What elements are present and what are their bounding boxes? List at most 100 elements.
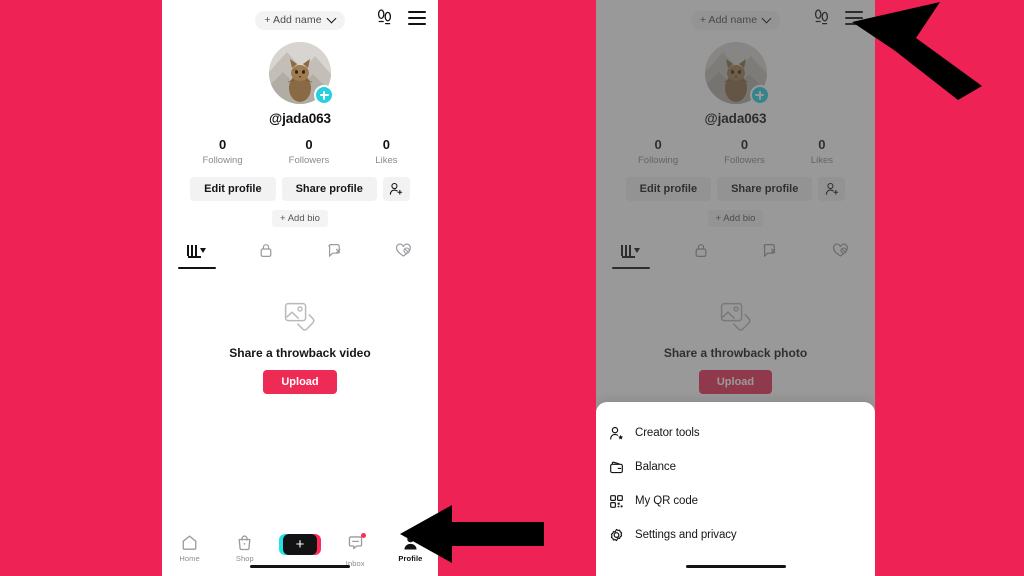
nav-label: Home — [179, 554, 200, 563]
stat-likes[interactable]: 0 Likes — [810, 137, 833, 166]
plus-button-icon[interactable]: + — [279, 534, 321, 555]
top-bar-actions — [377, 9, 426, 26]
stat-following[interactable]: 0 Following — [638, 137, 679, 166]
stat-value: 0 — [740, 137, 749, 152]
repost-icon — [327, 244, 340, 258]
person-add-icon — [390, 182, 403, 195]
nav-item-home[interactable]: Home — [162, 534, 217, 563]
hamburger-menu-icon[interactable] — [408, 10, 426, 25]
lock-icon — [695, 244, 707, 258]
grid-icon — [621, 245, 641, 258]
home-indicator — [250, 564, 350, 568]
gear-icon — [610, 528, 623, 541]
plus-badge-icon[interactable] — [314, 85, 334, 105]
upload-button[interactable]: Upload — [698, 369, 773, 394]
stat-value: 0 — [818, 137, 826, 152]
footprints-icon[interactable] — [377, 9, 392, 26]
add-bio-button[interactable]: + Add bio — [272, 209, 328, 227]
share-profile-button[interactable]: Share profile — [281, 176, 377, 201]
profile-stats: 0 Following 0 Followers 0 Likes — [596, 137, 875, 166]
add-name-label: + Add name — [264, 13, 322, 26]
stat-label: Followers — [288, 154, 330, 166]
avatar[interactable] — [269, 42, 334, 105]
stat-label: Likes — [375, 154, 398, 166]
stat-value: 0 — [305, 137, 313, 152]
empty-state: Share a throwback video Upload — [162, 264, 438, 528]
sheet-item-label: My QR code — [635, 495, 698, 507]
profile-stats: 0 Following 0 Followers 0 Likes — [162, 137, 438, 166]
tab-private[interactable] — [666, 238, 736, 264]
avatar[interactable] — [704, 42, 770, 105]
profile-actions: Edit profile Share profile — [596, 176, 875, 201]
inbox-badge-dot — [360, 533, 366, 538]
more-options-sheet: Creator tools Balance My QR code Setting… — [596, 402, 875, 576]
stat-followers[interactable]: 0 Followers — [724, 137, 765, 166]
add-name-button[interactable]: + Add name — [255, 10, 345, 30]
sheet-item-my-qr-code[interactable]: My QR code — [596, 484, 875, 518]
sheet-item-label: Creator tools — [635, 427, 700, 439]
photo-stack-icon — [284, 302, 315, 331]
stat-value: 0 — [218, 137, 227, 152]
tab-videos[interactable] — [596, 238, 666, 269]
edit-profile-button[interactable]: Edit profile — [625, 176, 712, 201]
add-friends-button[interactable] — [818, 176, 846, 201]
chevron-down-icon — [762, 15, 771, 24]
add-bio-button[interactable]: + Add bio — [707, 209, 764, 227]
profile-tabs — [596, 238, 875, 269]
add-name-label: + Add name — [699, 13, 758, 26]
tab-liked[interactable] — [805, 238, 875, 264]
active-tab-underline — [177, 266, 216, 269]
qr-code-icon — [610, 494, 623, 508]
stat-label: Followers — [724, 154, 765, 166]
stat-label: Following — [638, 154, 679, 166]
phone-panel-left: + Add name @jada063 0 Following 0 Follow… — [162, 0, 438, 576]
tab-liked[interactable] — [369, 238, 438, 264]
shop-bag-icon — [238, 535, 251, 551]
add-name-button[interactable]: + Add name — [690, 10, 781, 30]
top-bar: + Add name — [162, 0, 438, 36]
top-bar: + Add name — [596, 0, 875, 36]
empty-state-title: Share a throwback photo — [663, 345, 808, 360]
empty-state-title: Share a throwback video — [229, 345, 371, 360]
share-profile-button[interactable]: Share profile — [717, 176, 813, 201]
profile-tabs — [162, 238, 438, 269]
screenshot-stage: + Add name @jada063 0 Following 0 Follow… — [0, 0, 1024, 576]
tab-reposts[interactable] — [300, 238, 369, 264]
sheet-item-label: Balance — [635, 461, 676, 473]
stat-following[interactable]: 0 Following — [202, 137, 243, 166]
nav-item-inbox[interactable]: Inbox — [328, 533, 383, 568]
profile-handle: @jada063 — [269, 111, 331, 126]
nav-label: Shop — [235, 554, 254, 563]
add-friends-button[interactable] — [382, 176, 410, 201]
tab-reposts[interactable] — [736, 238, 806, 264]
lock-icon — [260, 244, 271, 258]
edit-profile-button[interactable]: Edit profile — [190, 176, 276, 201]
person-star-icon — [610, 426, 624, 440]
stat-label: Likes — [810, 154, 833, 166]
tab-private[interactable] — [231, 238, 300, 264]
plus-badge-icon[interactable] — [749, 85, 770, 105]
upload-button[interactable]: Upload — [263, 369, 337, 394]
stat-likes[interactable]: 0 Likes — [375, 137, 398, 166]
nav-item-shop[interactable]: Shop — [217, 534, 272, 563]
heart-hidden-icon — [832, 243, 848, 258]
chevron-down-icon — [327, 15, 336, 24]
stat-value: 0 — [654, 137, 662, 152]
profile-actions: Edit profile Share profile — [162, 176, 438, 201]
profile-handle: @jada063 — [704, 111, 767, 126]
sheet-item-balance[interactable]: Balance — [596, 450, 875, 484]
footprints-icon[interactable] — [814, 9, 829, 26]
sheet-item-creator-tools[interactable]: Creator tools — [596, 416, 875, 450]
arrow-pointing-to-menu-button — [852, 2, 982, 100]
heart-hidden-icon — [395, 243, 411, 258]
nav-item-create[interactable]: + — [272, 534, 327, 555]
tab-videos[interactable] — [162, 238, 231, 269]
wallet-icon — [610, 461, 623, 473]
stat-followers[interactable]: 0 Followers — [288, 137, 330, 166]
person-add-icon — [825, 182, 839, 195]
phone-panel-right: + Add name @jada063 0 Following 0 Follow… — [596, 0, 875, 576]
home-icon — [182, 535, 197, 550]
stat-label: Following — [202, 154, 243, 166]
sheet-item-settings-and-privacy[interactable]: Settings and privacy — [596, 518, 875, 552]
home-indicator — [685, 564, 786, 568]
